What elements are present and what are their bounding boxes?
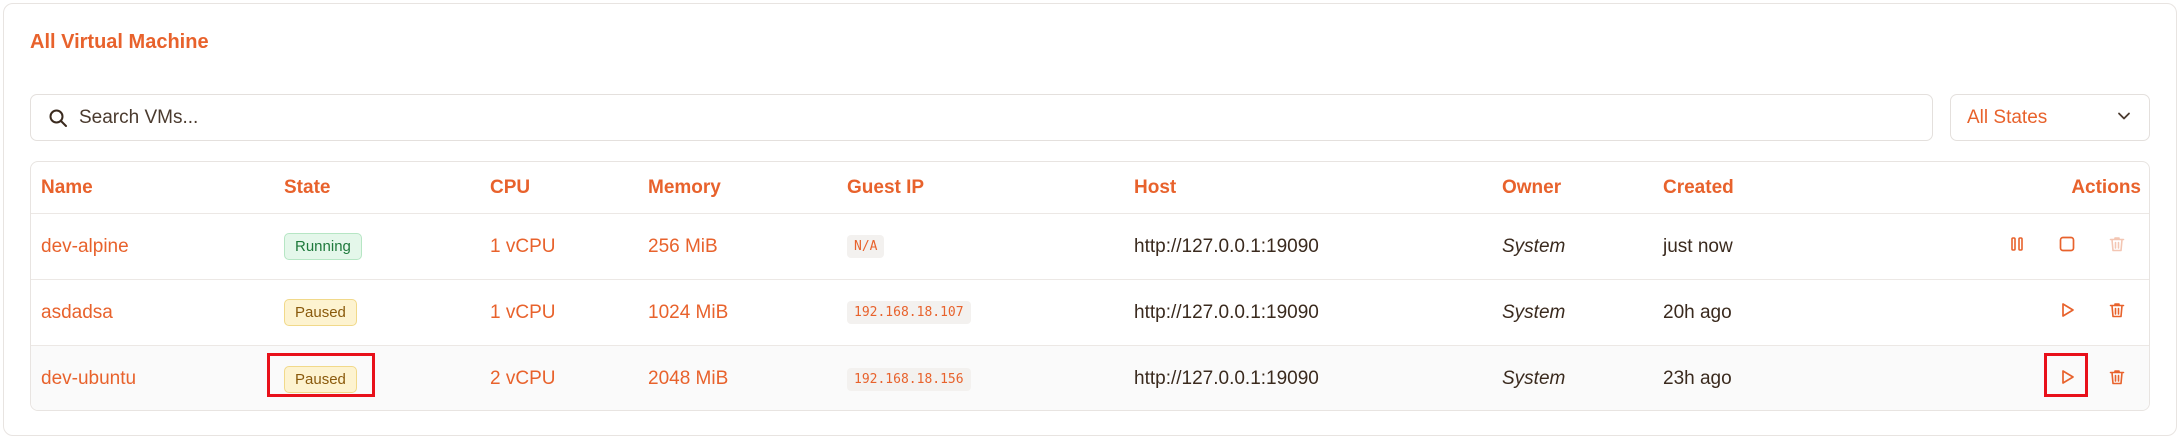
cpu-value: 1 vCPU — [490, 235, 556, 257]
cpu-value: 2 vCPU — [490, 368, 556, 389]
column-header-cpu[interactable]: CPU — [490, 162, 530, 213]
state-filter-select[interactable]: All States — [1950, 94, 2150, 141]
stop-button[interactable] — [2052, 214, 2082, 279]
column-header-host[interactable]: Host — [1134, 162, 1176, 213]
guest-ip-cell: 192.168.18.107 — [847, 280, 971, 345]
column-header-owner[interactable]: Owner — [1502, 162, 1561, 213]
owner-value: System — [1502, 368, 1566, 389]
guest-ip-cell: 192.168.18.156 — [847, 346, 971, 410]
guest-ip-value: 192.168.18.107 — [847, 301, 971, 324]
state-filter-value: All States — [1967, 106, 2048, 128]
column-header-memory[interactable]: Memory — [648, 162, 721, 213]
column-header-state[interactable]: State — [284, 162, 330, 213]
host-value: http://127.0.0.1:19090 — [1134, 301, 1319, 323]
host-value: http://127.0.0.1:19090 — [1134, 368, 1319, 389]
vm-list-card: All Virtual Machine All States Name Stat… — [3, 3, 2177, 436]
guest-ip-value: 192.168.18.156 — [847, 367, 971, 391]
search-input[interactable] — [79, 97, 1919, 138]
guest-ip-value: N/A — [847, 235, 885, 258]
column-header-actions: Actions — [2071, 176, 2141, 198]
vm-name-link[interactable]: asdadsa — [41, 280, 113, 345]
table-row[interactable]: dev-alpine Running 1 vCPU 256 MiB N/A ht… — [31, 214, 2149, 280]
trash-icon — [2108, 235, 2126, 258]
guest-ip-cell: N/A — [847, 214, 885, 279]
vm-name-link[interactable]: dev-alpine — [41, 214, 129, 279]
table-header: Name State CPU Memory Guest IP Host Owne… — [31, 162, 2149, 214]
memory-value: 1024 MiB — [648, 301, 729, 323]
column-header-created[interactable]: Created — [1663, 162, 1734, 213]
status-badge: Running — [284, 233, 362, 260]
stop-icon — [2058, 235, 2076, 258]
highlight-box-state — [267, 353, 375, 397]
cpu-value: 1 vCPU — [490, 301, 556, 323]
highlight-box-start — [2044, 353, 2088, 397]
owner-value: System — [1502, 235, 1566, 257]
created-value: 23h ago — [1663, 368, 1732, 389]
status-badge: Paused — [284, 299, 357, 326]
delete-button[interactable] — [2102, 280, 2132, 345]
state-cell: Running — [284, 214, 362, 279]
chevron-down-icon — [2117, 107, 2131, 129]
column-header-guest-ip[interactable]: Guest IP — [847, 162, 924, 213]
search-box[interactable] — [30, 94, 1933, 141]
pause-icon — [2008, 235, 2026, 258]
play-icon — [2058, 301, 2076, 324]
delete-button[interactable] — [2102, 346, 2132, 410]
pause-button[interactable] — [2002, 214, 2032, 279]
host-value: http://127.0.0.1:19090 — [1134, 235, 1319, 257]
memory-value: 256 MiB — [648, 235, 718, 257]
memory-value: 2048 MiB — [648, 368, 729, 389]
search-icon — [47, 107, 69, 129]
trash-icon — [2108, 301, 2126, 324]
trash-icon — [2108, 368, 2126, 391]
created-value: 20h ago — [1663, 301, 1732, 323]
vm-name-link[interactable]: dev-ubuntu — [41, 346, 136, 410]
page-title: All Virtual Machine — [30, 31, 209, 53]
state-cell: Paused — [284, 280, 357, 345]
table-row[interactable]: asdadsa Paused 1 vCPU 1024 MiB 192.168.1… — [31, 280, 2149, 346]
delete-button-disabled — [2102, 214, 2132, 279]
owner-value: System — [1502, 301, 1566, 323]
created-value: just now — [1663, 235, 1733, 257]
start-button[interactable] — [2052, 280, 2082, 345]
column-header-name[interactable]: Name — [41, 162, 93, 213]
